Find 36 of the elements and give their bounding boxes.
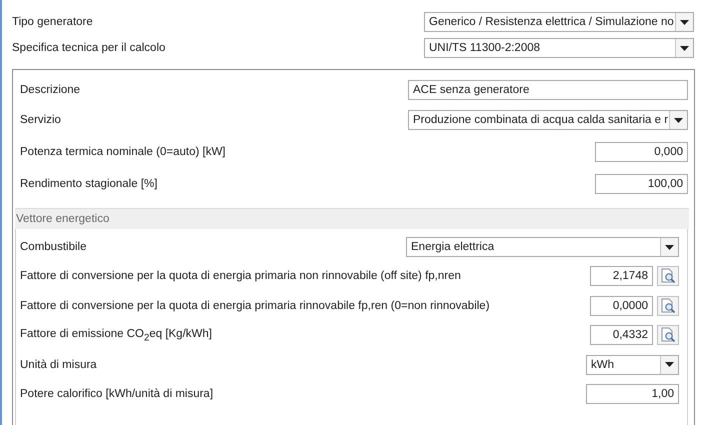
field-label: Rendimento stagionale [%] (20, 178, 158, 190)
field-label: Tipo generatore (12, 16, 93, 28)
number-field[interactable]: 1,00 (586, 384, 679, 404)
field-label: Specifica tecnica per il calcolo (12, 42, 166, 54)
text-field[interactable]: ACE senza generatore (408, 80, 688, 100)
field-label: Servizio (20, 114, 61, 126)
section-title: Vettore energetico (16, 213, 110, 226)
magnifier-document-icon (660, 298, 676, 314)
caret-icon (665, 362, 674, 368)
field-label: Unità di misura (20, 358, 97, 371)
dropdown[interactable]: Energia elettrica (406, 237, 679, 258)
caret-icon (680, 46, 689, 50)
caret-icon (680, 20, 689, 24)
lookup-button[interactable] (657, 266, 679, 286)
magnifier-document-icon (660, 268, 676, 284)
field-label: Combustibile (20, 241, 86, 254)
dropdown[interactable]: kWh (586, 354, 679, 375)
lookup-button[interactable] (657, 325, 679, 346)
dropdown[interactable]: Produzione combinata di acqua calda sanitaria e r (408, 110, 688, 130)
number-field[interactable]: 0,4332 (590, 325, 653, 346)
field-label: Fattore di conversione per la quota di energia primaria rinnovabile fp,ren (0=non rinnovabile) (20, 300, 490, 312)
field-label: Descrizione (20, 84, 80, 96)
number-field[interactable]: 0,000 (595, 142, 688, 162)
magnifier-document-icon (660, 327, 676, 344)
number-field[interactable]: 0,0000 (590, 296, 653, 316)
lookup-button[interactable] (657, 296, 679, 316)
dropdown[interactable]: UNI/TS 11300-2:2008 (424, 38, 694, 58)
caret-icon (665, 244, 674, 250)
field-label: Fattore di conversione per la quota di energia primaria non rinnovabile (off site) fp,nren (20, 270, 461, 282)
dropdown[interactable]: Generico / Resistenza elettrica / Simulazione no (424, 12, 694, 32)
number-field[interactable]: 2,1748 (590, 266, 653, 286)
field-label: Potenza termica nominale (0=auto) [kW] (20, 146, 226, 158)
field-label: Potere calorifico [kWh/unità di misura] (20, 388, 214, 400)
caret-icon (674, 118, 683, 122)
number-field[interactable]: 100,00 (595, 174, 688, 194)
field-label: Fattore di emissione CO$_{2}$eq [Kg/kWh] (20, 328, 212, 343)
